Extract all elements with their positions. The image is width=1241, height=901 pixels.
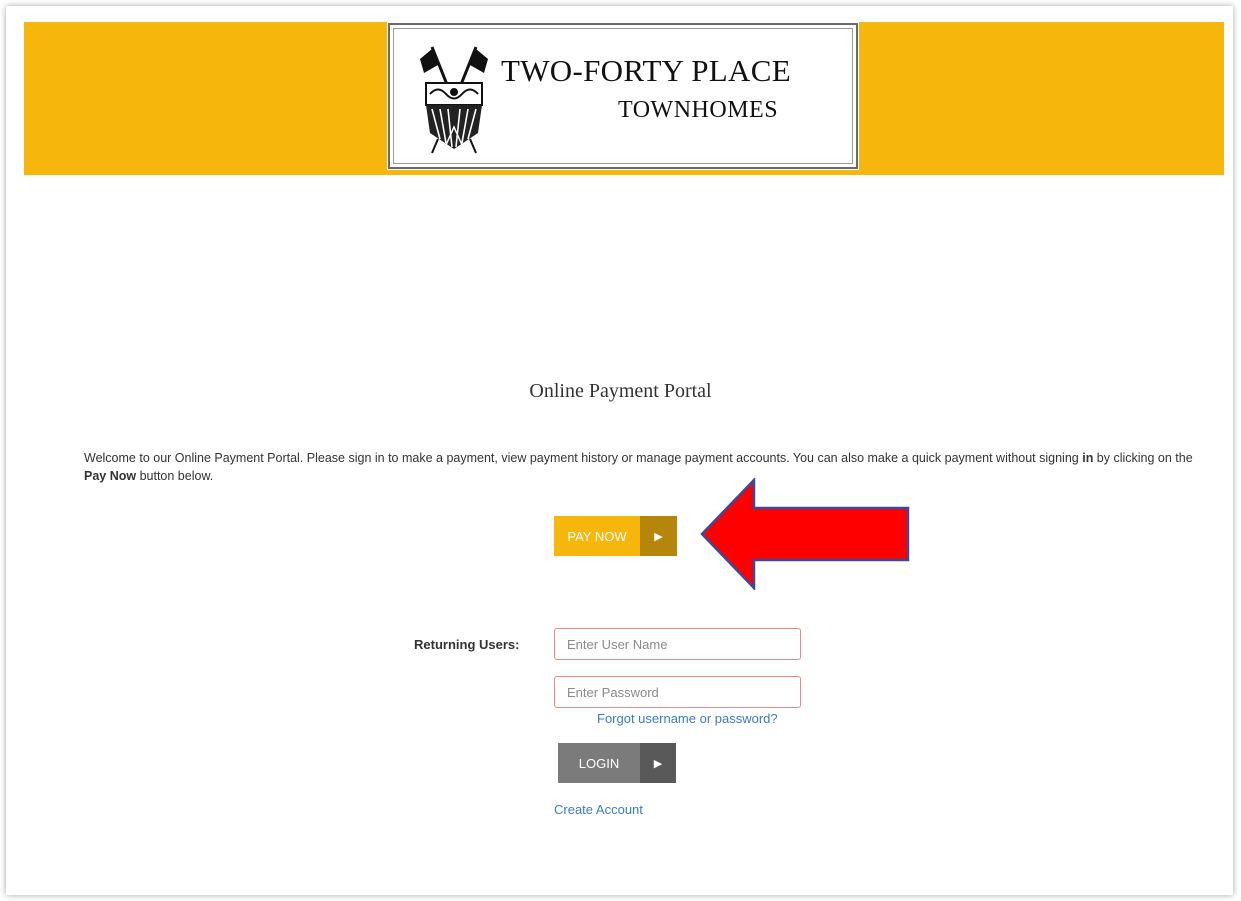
pay-now-button[interactable]: PAY NOW ▶ (554, 516, 677, 556)
login-label: LOGIN (558, 743, 640, 783)
play-arrow-icon: ▶ (640, 743, 676, 783)
logo-text-line1: TWO-FORTY PLACE (501, 53, 791, 88)
username-input[interactable] (554, 628, 801, 660)
forgot-credentials-link[interactable]: Forgot username or password? (597, 711, 778, 726)
create-account-link[interactable]: Create Account (554, 802, 643, 817)
page-title: Online Payment Portal (529, 380, 712, 402)
welcome-text-part1: Welcome to our Online Payment Portal. Pl… (84, 451, 1083, 465)
welcome-text: Welcome to our Online Payment Portal. Pl… (84, 449, 1194, 485)
annotation-arrow-icon (700, 478, 910, 590)
pay-now-label: PAY NOW (554, 516, 640, 556)
welcome-text-part3: button below. (136, 469, 214, 483)
play-arrow-icon: ▶ (640, 516, 677, 556)
login-button[interactable]: LOGIN ▶ (558, 743, 676, 783)
logo-text-line2: TOWNHOMES (618, 97, 779, 123)
site-logo[interactable]: TWO-FORTY PLACE TOWNHOMES (387, 22, 859, 170)
welcome-text-bold-paynow: Pay Now (84, 469, 137, 483)
welcome-text-bold-in: in (1082, 451, 1094, 465)
welcome-text-part2: by clicking on the (1093, 451, 1193, 465)
password-input[interactable] (554, 676, 801, 708)
returning-users-label: Returning Users: (414, 637, 520, 652)
crest-icon (420, 46, 488, 154)
